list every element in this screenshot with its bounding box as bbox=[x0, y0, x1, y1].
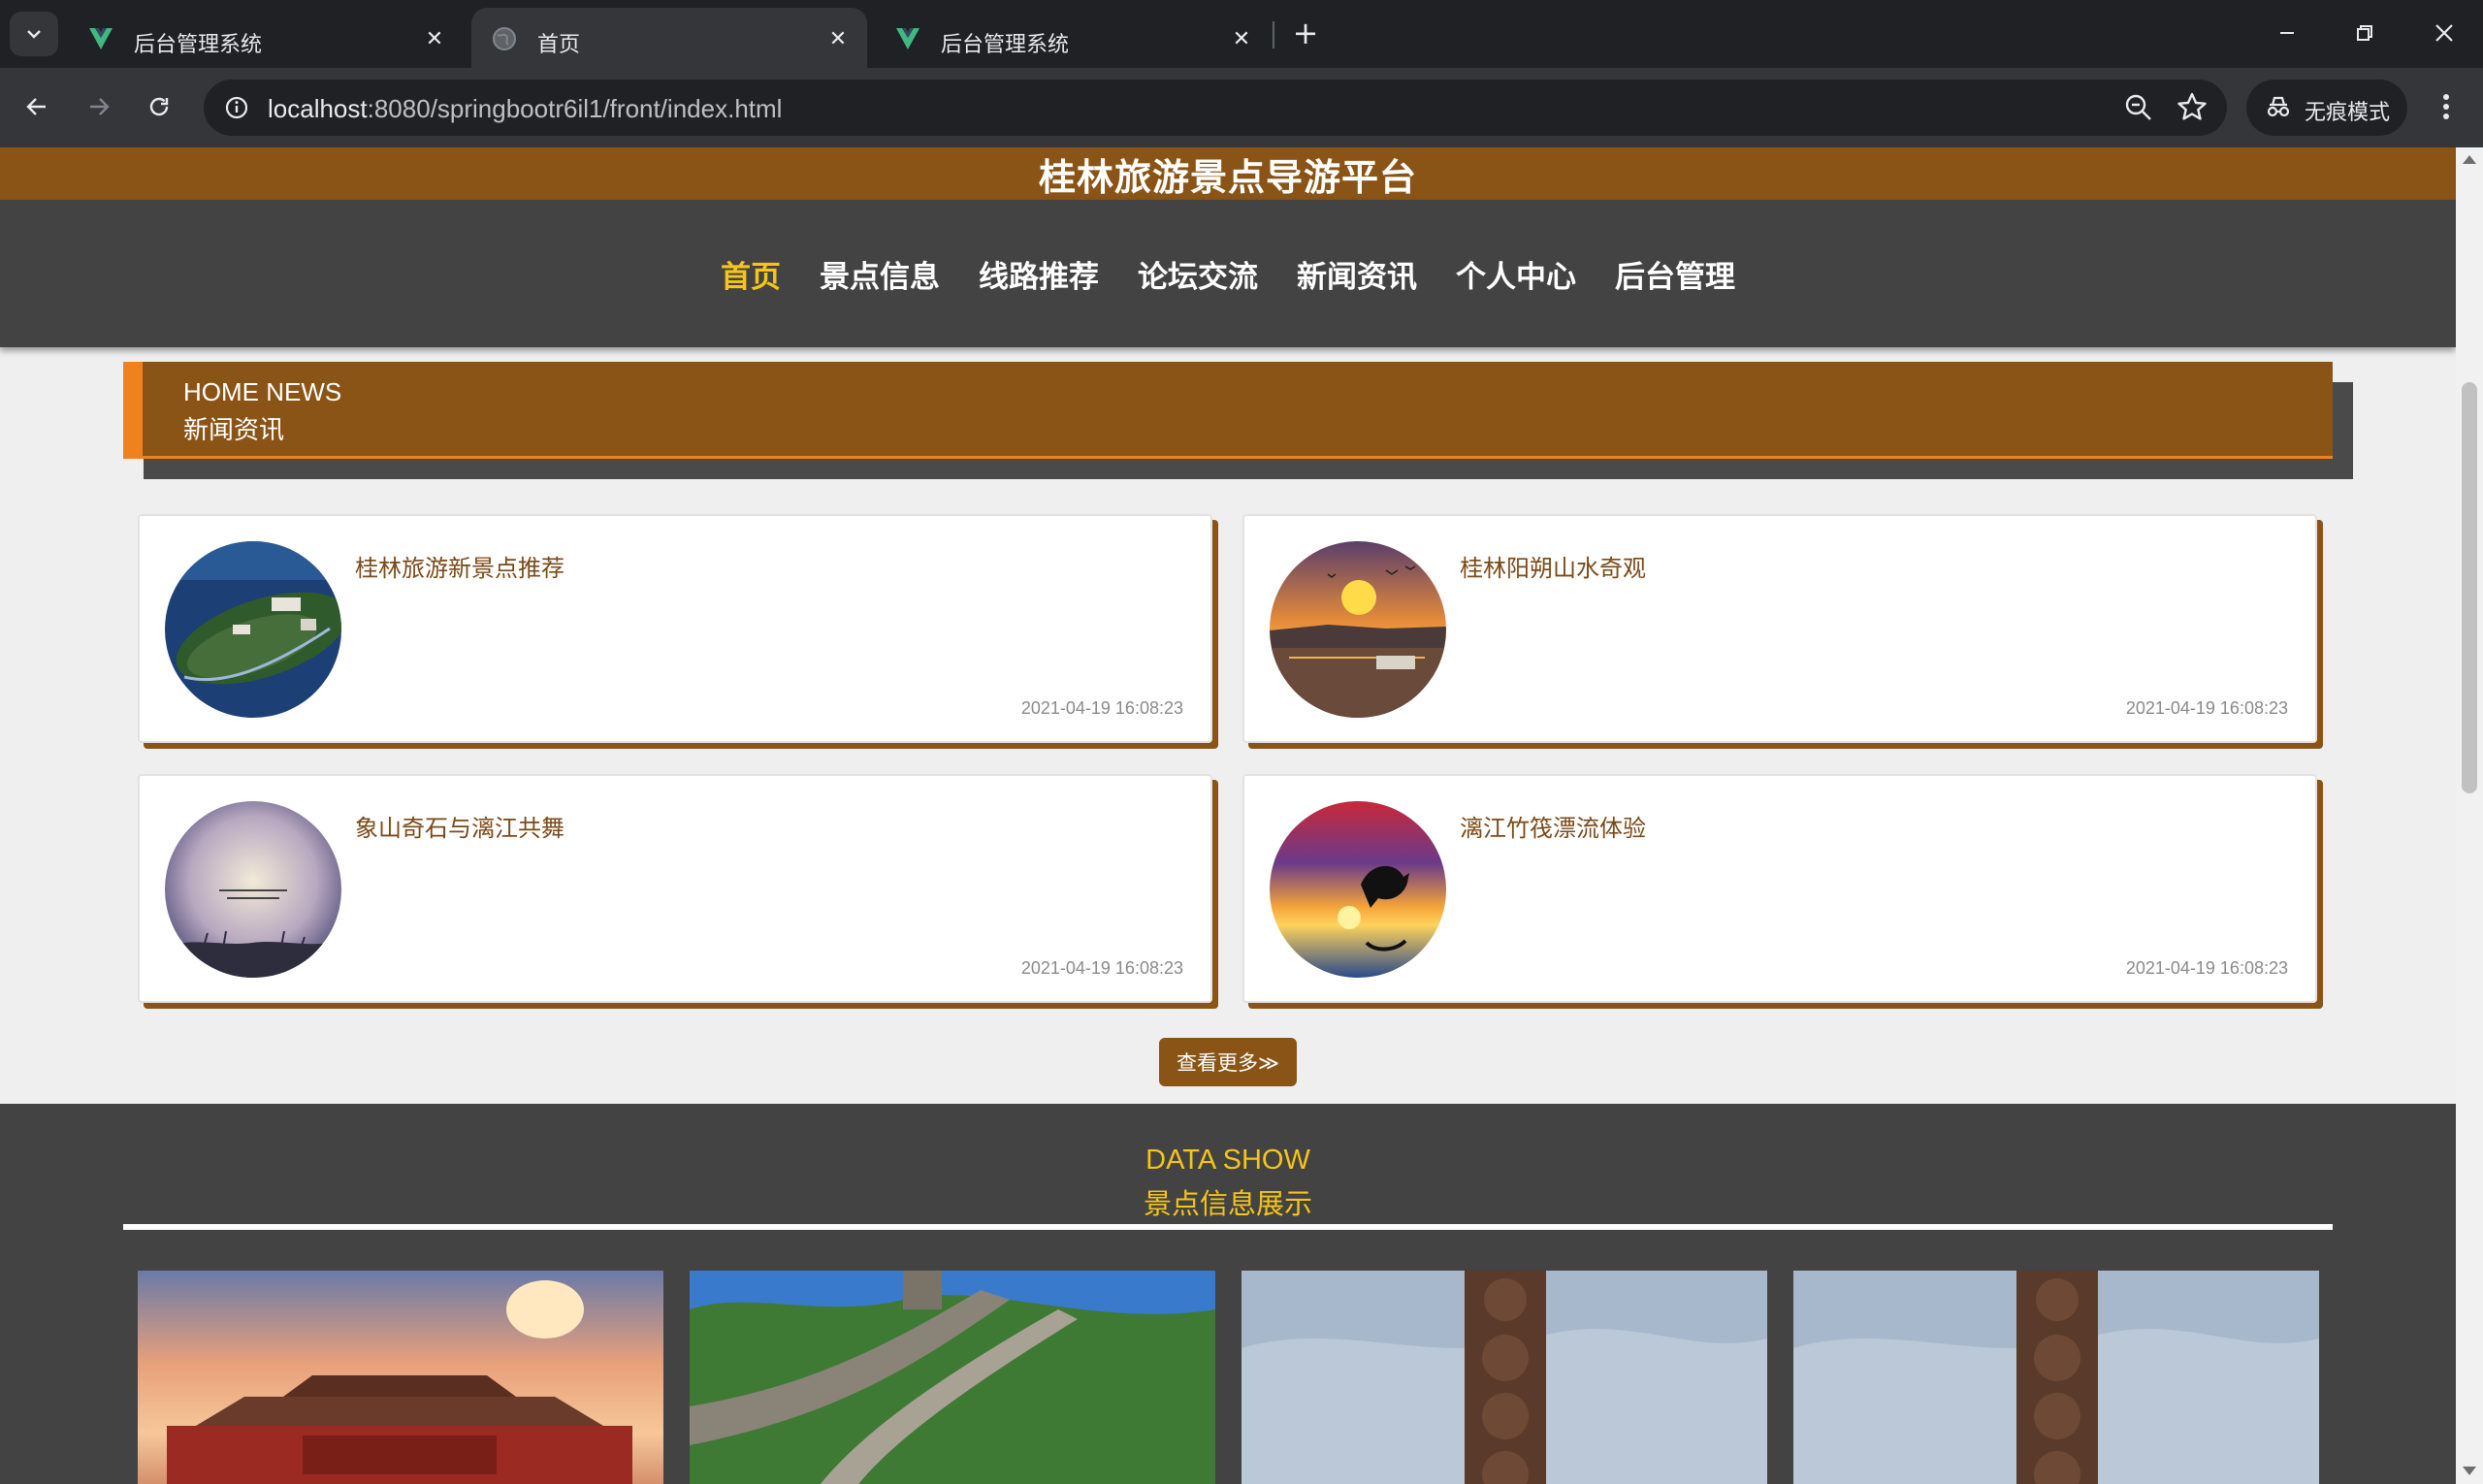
info-icon bbox=[225, 96, 248, 119]
tab-title: 首页 bbox=[537, 33, 581, 57]
zoom-icon[interactable] bbox=[2122, 91, 2155, 124]
tab-title: 后台管理系统 bbox=[941, 33, 1070, 57]
nav-item-admin[interactable]: 后台管理 bbox=[1601, 242, 1749, 306]
news-heading-cn: 新闻资讯 bbox=[183, 416, 285, 445]
attraction-card-totem-1[interactable] bbox=[1242, 1271, 1767, 1484]
scrollbar-thumb[interactable] bbox=[2462, 382, 2477, 793]
nav-item-profile[interactable]: 个人中心 bbox=[1442, 242, 1590, 306]
news-date: 2021-04-19 16:08:23 bbox=[1020, 958, 1183, 978]
close-window-button[interactable] bbox=[2415, 10, 2473, 56]
news-card[interactable]: 桂林旅游新景点推荐 2021-04-19 16:08:23 bbox=[138, 514, 1212, 743]
news-thumbnail-island bbox=[165, 541, 341, 718]
close-icon[interactable]: ✕ bbox=[1228, 25, 1255, 52]
scroll-down-arrow[interactable] bbox=[2463, 1467, 2476, 1475]
vue-icon bbox=[89, 28, 113, 49]
nav-items: 首页 景点信息 线路推荐 论坛交流 新闻资讯 个人中心 后台管理 bbox=[0, 200, 2456, 347]
news-title[interactable]: 桂林阳朔山水奇观 bbox=[1460, 549, 1646, 583]
restore-button[interactable] bbox=[2336, 10, 2394, 56]
browser-toolbar: localhost:8080/springbootr6il1/front/ind… bbox=[0, 68, 2483, 147]
page: 桂林旅游景点导游平台 首页 景点信息 线路推荐 论坛交流 新闻资讯 个人中心 后… bbox=[0, 147, 2456, 1484]
news-date: 2021-04-19 16:08:23 bbox=[2125, 698, 2288, 718]
nav-item-home[interactable]: 首页 bbox=[707, 242, 794, 306]
arrow-right-icon bbox=[90, 98, 110, 115]
new-tab-button[interactable]: + bbox=[1286, 14, 1325, 52]
chevron-down-icon bbox=[27, 30, 41, 39]
forward-button[interactable] bbox=[78, 85, 120, 128]
nav-item-routes[interactable]: 线路推荐 bbox=[965, 242, 1113, 306]
bookmark-star-icon[interactable] bbox=[2175, 89, 2209, 124]
reload-button[interactable] bbox=[138, 85, 180, 128]
news-card[interactable]: 漓江竹筏漂流体验 2021-04-19 16:08:23 bbox=[1242, 774, 2317, 1003]
tab-admin-1[interactable]: 后台管理系统 ✕ bbox=[68, 8, 464, 68]
more-vert-icon bbox=[2443, 94, 2449, 119]
news-card[interactable]: 桂林阳朔山水奇观 2021-04-19 16:08:23 bbox=[1242, 514, 2317, 743]
tab-home[interactable]: 首页 ✕ bbox=[471, 8, 867, 68]
close-icon[interactable]: ✕ bbox=[824, 25, 852, 52]
attraction-card-totem-2[interactable] bbox=[1793, 1271, 2319, 1484]
url-path: :8080/springbootr6il1/front/index.html bbox=[367, 94, 783, 123]
news-card[interactable]: 象山奇石与漓江共舞 2021-04-19 16:08:23 bbox=[138, 774, 1212, 1003]
minimize-button[interactable] bbox=[2258, 10, 2316, 56]
browser-tab-strip: 后台管理系统 ✕ 首页 ✕ 后台管理系统 ✕ + bbox=[0, 0, 2483, 68]
url-text[interactable]: localhost:8080/springbootr6il1/front/ind… bbox=[268, 94, 782, 124]
news-thumbnail-sunset-river bbox=[1270, 541, 1446, 718]
news-date: 2021-04-19 16:08:23 bbox=[1020, 698, 1183, 718]
globe-icon bbox=[493, 27, 516, 50]
reload-icon bbox=[149, 97, 169, 116]
browser-menu-button[interactable] bbox=[2425, 85, 2467, 128]
nav-item-attractions[interactable]: 景点信息 bbox=[806, 242, 953, 306]
incognito-badge[interactable]: 无痕模式 bbox=[2246, 80, 2407, 136]
tab-admin-2[interactable]: 后台管理系统 ✕ bbox=[875, 8, 1271, 68]
data-show-heading-cn: 景点信息展示 bbox=[1143, 1187, 1312, 1220]
back-button[interactable] bbox=[16, 85, 58, 128]
news-thumbnail-sky-text bbox=[165, 801, 341, 978]
scroll-up-arrow[interactable] bbox=[2463, 155, 2476, 164]
site-header: 桂林旅游景点导游平台 bbox=[0, 147, 2456, 200]
site-info-button[interactable] bbox=[217, 88, 256, 127]
address-bar[interactable]: localhost:8080/springbootr6il1/front/ind… bbox=[204, 80, 2227, 136]
minimize-icon bbox=[2280, 32, 2294, 34]
page-viewport: 桂林旅游景点导游平台 首页 景点信息 线路推荐 论坛交流 新闻资讯 个人中心 后… bbox=[0, 147, 2483, 1484]
close-icon[interactable]: ✕ bbox=[421, 25, 448, 52]
news-heading: HOME NEWS 新闻资讯 bbox=[123, 362, 2333, 459]
arrow-left-icon bbox=[26, 98, 46, 115]
site-title: 桂林旅游景点导游平台 bbox=[1038, 155, 1417, 199]
news-title[interactable]: 桂林旅游新景点推荐 bbox=[355, 549, 564, 583]
main-nav: 首页 景点信息 线路推荐 论坛交流 新闻资讯 个人中心 后台管理 bbox=[0, 200, 2456, 347]
tab-search-button[interactable] bbox=[10, 12, 58, 56]
incognito-icon bbox=[2267, 96, 2290, 117]
vertical-scrollbar[interactable] bbox=[2456, 147, 2483, 1484]
vue-icon bbox=[896, 28, 919, 49]
news-title[interactable]: 象山奇石与漓江共舞 bbox=[355, 809, 564, 843]
news-thumbnail-dolphin-sunset bbox=[1270, 801, 1446, 978]
attraction-card-great-wall[interactable] bbox=[690, 1271, 1215, 1484]
incognito-label: 无痕模式 bbox=[2305, 101, 2391, 125]
attraction-card-palace[interactable] bbox=[138, 1271, 663, 1484]
url-host: localhost bbox=[268, 94, 368, 123]
news-date: 2021-04-19 16:08:23 bbox=[2125, 958, 2288, 978]
view-more-button[interactable]: 查看更多≫ bbox=[1159, 1038, 1297, 1086]
news-title[interactable]: 漓江竹筏漂流体验 bbox=[1460, 809, 1646, 843]
nav-item-news[interactable]: 新闻资讯 bbox=[1283, 242, 1431, 306]
restore-icon bbox=[2357, 25, 2372, 41]
tab-title: 后台管理系统 bbox=[134, 33, 263, 57]
tab-separator bbox=[1273, 21, 1274, 48]
data-show-divider bbox=[123, 1224, 2333, 1230]
data-show-heading-en: DATA SHOW bbox=[1145, 1145, 1310, 1176]
nav-item-forum[interactable]: 论坛交流 bbox=[1124, 242, 1272, 306]
news-heading-en: HOME NEWS bbox=[183, 377, 342, 406]
close-icon bbox=[2435, 24, 2453, 42]
